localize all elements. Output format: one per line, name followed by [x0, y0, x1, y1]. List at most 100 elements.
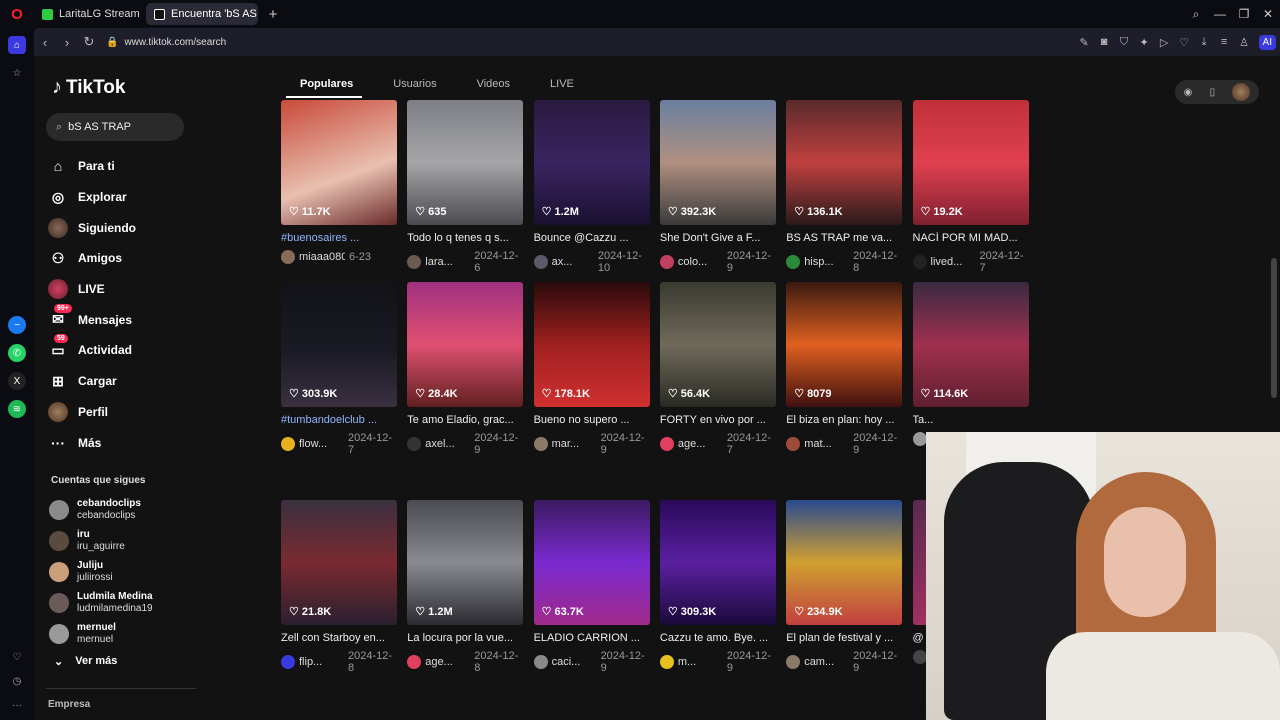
download-icon[interactable]: ⤓	[1196, 36, 1213, 49]
heart-icon[interactable]: ♡	[1176, 36, 1193, 49]
avatar[interactable]	[281, 250, 295, 264]
video-thumbnail[interactable]: ♡ 1.2M	[407, 500, 524, 625]
video-card[interactable]: ♡ 8079 El biza en plan: hoy ... mat... 2024-…	[786, 282, 903, 456]
empresa-link[interactable]: Empresa	[48, 699, 90, 710]
avatar[interactable]	[407, 437, 422, 451]
camera-icon[interactable]: ◙	[1096, 36, 1113, 49]
browser-tab-1[interactable]: LaritaLG Stream - Watch L	[34, 3, 142, 25]
avatar[interactable]	[786, 255, 801, 269]
video-thumbnail[interactable]: ♡ 635	[407, 100, 524, 225]
scrollbar[interactable]	[1271, 258, 1277, 398]
video-author[interactable]: colo...	[678, 256, 723, 268]
video-author[interactable]: flow...	[299, 438, 344, 450]
video-caption[interactable]: She Don't Give a F...	[660, 232, 776, 244]
aria-ai-button[interactable]: AI	[1258, 34, 1276, 50]
video-thumbnail[interactable]: ♡ 21.8K	[281, 500, 397, 625]
video-card[interactable]: ♡ 178.1K Bueno no supero ... mar... 2024-12-…	[533, 282, 650, 456]
video-thumbnail[interactable]: ♡ 392.3K	[659, 100, 776, 225]
video-card[interactable]: ♡ 114.6K Ta...	[912, 282, 1029, 446]
avatar[interactable]	[533, 655, 548, 669]
video-author[interactable]: hisp...	[804, 256, 849, 268]
video-card[interactable]: ♡ 1.2M Bounce @Cazzu ... ax... 2024-12-10	[533, 100, 650, 274]
avatar[interactable]	[786, 437, 801, 451]
avatar[interactable]	[786, 655, 801, 669]
following-user[interactable]: mernuel mernuel	[49, 618, 153, 649]
forward-icon[interactable]: ›	[56, 35, 78, 50]
coins-icon[interactable]: ◉	[1184, 87, 1193, 98]
video-card[interactable]: ♡ 21.8K Zell con Starboy en... flip... 2024-…	[281, 500, 397, 674]
video-author[interactable]: age...	[678, 438, 723, 450]
video-card[interactable]: ♡ 136.1K BS AS TRAP me va... hisp... 2024-12…	[786, 100, 903, 274]
menu-icon[interactable]: ≡	[1216, 36, 1233, 49]
video-caption[interactable]: Bueno no supero ...	[534, 414, 650, 426]
spotify-icon[interactable]: ≋	[8, 400, 26, 418]
tab-usuarios[interactable]: Usuarios	[393, 78, 436, 90]
tab-live[interactable]: LIVE	[550, 78, 574, 90]
video-author[interactable]: mar...	[552, 438, 597, 450]
video-caption[interactable]: BS AS TRAP me va...	[786, 232, 902, 244]
following-user[interactable]: Juliju juliirossi	[49, 556, 153, 587]
video-caption[interactable]: La locura por la vue...	[407, 632, 523, 644]
video-thumbnail[interactable]: ♡ 136.1K	[786, 100, 903, 225]
video-card[interactable]: ♡ 1.2M La locura por la vue... age... 2024-1…	[407, 500, 524, 674]
video-author[interactable]: lara...	[425, 256, 470, 268]
opera-logo-icon[interactable]: O	[0, 0, 34, 28]
video-card[interactable]: ♡ 635 Todo lo q tenes q s... lara... 2024-12…	[407, 100, 524, 274]
video-caption[interactable]: Bounce @Cazzu ...	[534, 232, 650, 244]
video-thumbnail[interactable]: ♡ 28.4K	[407, 282, 524, 407]
video-thumbnail[interactable]: ♡ 309.3K	[659, 500, 776, 625]
avatar[interactable]	[659, 255, 674, 269]
device-icon[interactable]: ▯	[1210, 87, 1216, 98]
avatar[interactable]	[407, 255, 422, 269]
video-caption[interactable]: El biza en plan: hoy ...	[786, 414, 902, 426]
new-tab-button[interactable]: +	[262, 6, 284, 23]
menu-item-mensajes[interactable]: ✉ 99+ Mensajes	[48, 303, 136, 335]
reload-icon[interactable]: ↻	[78, 34, 100, 50]
menu-item-live[interactable]: LIVE	[48, 274, 136, 305]
extension-icon[interactable]: ✦	[1136, 36, 1153, 49]
close-window-button[interactable]: ✕	[1256, 7, 1280, 21]
video-card[interactable]: ♡ 309.3K Cazzu te amo. Bye. ... m... 2024-12…	[659, 500, 776, 674]
ver-mas-button[interactable]: ⌄ Ver más	[54, 655, 117, 668]
search-tabs-icon[interactable]: ⌕	[1184, 7, 1208, 22]
video-card[interactable]: ♡ 234.9K El plan de festival y ... cam... 20…	[786, 500, 903, 674]
video-thumbnail[interactable]: ♡ 1.2M	[533, 100, 650, 225]
menu-item-cargar[interactable]: ⊞ Cargar	[48, 366, 136, 397]
video-card[interactable]: ♡11.7K #buenosaires ... miaaa0800 6-23	[281, 100, 397, 264]
menu-item-amigos[interactable]: ⚇ Amigos	[48, 243, 136, 274]
menu-item-explorar[interactable]: ◎ Explorar	[48, 182, 136, 213]
following-user[interactable]: iru iru_aguirre	[49, 525, 153, 556]
profile-avatar[interactable]	[1232, 83, 1251, 101]
avatar[interactable]	[912, 650, 927, 664]
video-caption[interactable]: El plan de festival y ...	[786, 632, 902, 644]
video-author[interactable]: ax...	[552, 256, 594, 268]
video-caption[interactable]: Zell con Starboy en...	[281, 632, 397, 644]
video-caption[interactable]: Te amo Eladio, grac...	[407, 414, 523, 426]
avatar[interactable]	[659, 437, 674, 451]
maximize-button[interactable]: ❐	[1232, 7, 1256, 21]
avatar[interactable]	[281, 437, 295, 451]
play-icon[interactable]: ▷	[1156, 36, 1173, 49]
video-caption[interactable]: Cazzu te amo. Bye. ...	[660, 632, 776, 644]
avatar[interactable]	[407, 655, 422, 669]
more-icon[interactable]: ···	[8, 696, 26, 714]
back-icon[interactable]: ‹	[34, 35, 56, 50]
video-author[interactable]: cam...	[804, 656, 849, 668]
video-thumbnail[interactable]: ♡ 19.2K	[912, 100, 1029, 225]
video-author[interactable]: caci...	[552, 656, 597, 668]
minimize-button[interactable]: —	[1208, 7, 1232, 21]
video-author[interactable]: flip...	[299, 656, 344, 668]
tiktok-logo[interactable]: ♪ TikTok	[52, 76, 125, 99]
video-card[interactable]: ♡ 56.4K FORTY en vivo por ... age... 2024-12…	[659, 282, 776, 456]
whatsapp-icon[interactable]: ✆	[8, 344, 26, 362]
video-thumbnail[interactable]: ♡ 8079	[786, 282, 903, 407]
video-caption[interactable]: #tumbandoelclub ...	[281, 414, 397, 426]
menu-item-siguiendo[interactable]: Siguiendo	[48, 212, 136, 243]
video-card[interactable]: ♡ 63.7K ELADIO CARRION ... caci... 2024-12-9	[533, 500, 650, 674]
history-icon[interactable]: ◷	[8, 672, 26, 690]
video-caption[interactable]: Todo lo q tenes q s...	[407, 232, 523, 244]
video-thumbnail[interactable]: ♡ 178.1K	[533, 282, 650, 407]
search-input[interactable]: ⌕ bS AS TRAP	[46, 113, 184, 141]
video-caption[interactable]: Ta...	[913, 414, 1029, 426]
avatar[interactable]	[533, 437, 548, 451]
